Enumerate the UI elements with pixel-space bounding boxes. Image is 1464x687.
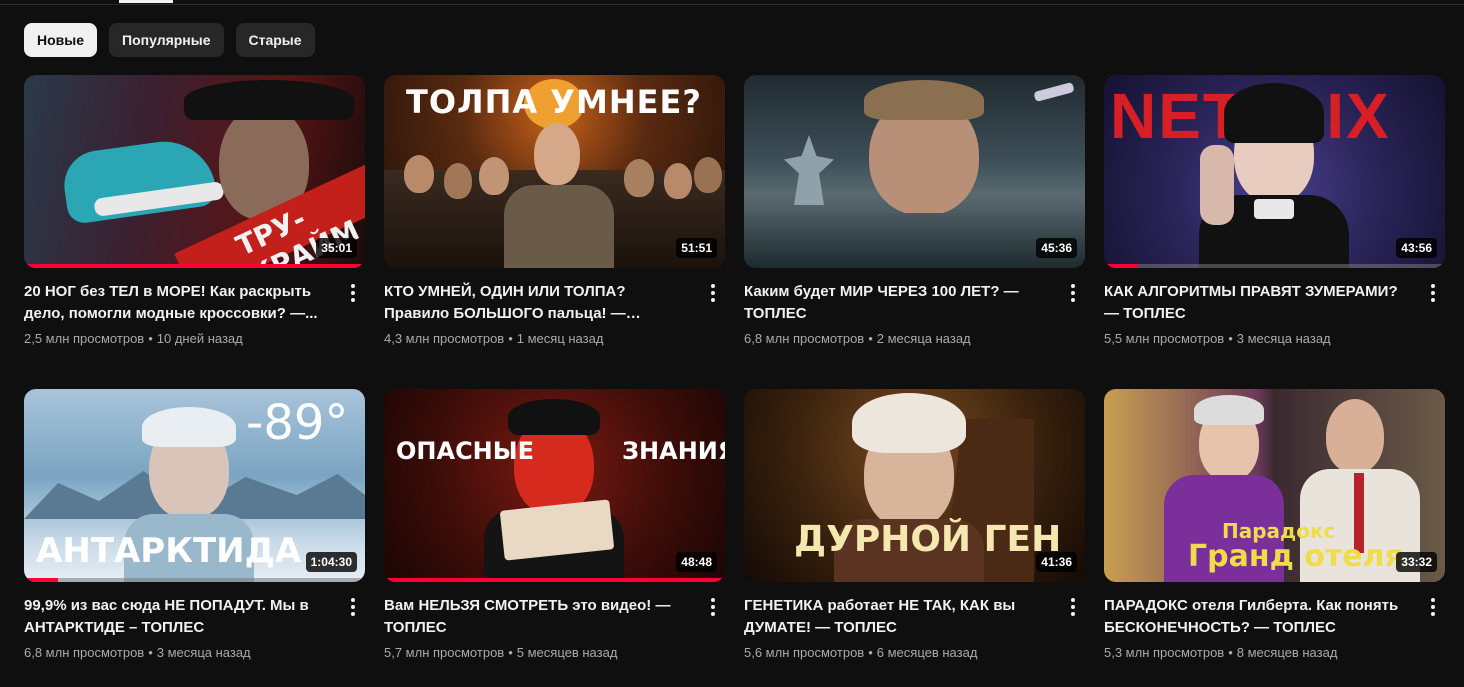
- separator-dot: •: [1228, 331, 1233, 346]
- upload-age: 1 месяц назад: [516, 331, 604, 346]
- video-card: ТРУ-КРАЙМ 35:01 20 НОГ без ТЕЛ в МОРЕ! К…: [24, 75, 365, 346]
- tabs-underline-bar: [0, 0, 1464, 5]
- video-duration: 35:01: [316, 238, 357, 258]
- video-stats: 5,6 млн просмотров • 6 месяцев назад: [744, 645, 1051, 660]
- chip-new[interactable]: Новые: [24, 23, 98, 57]
- watch-progress-bar: [384, 578, 725, 582]
- upload-age: 3 месяца назад: [156, 645, 251, 660]
- view-count: 6,8 млн просмотров: [24, 645, 145, 660]
- view-count: 6,8 млн просмотров: [744, 331, 865, 346]
- separator-dot: •: [868, 331, 873, 346]
- video-thumbnail[interactable]: ДУРНОЙ ГЕН 41:36: [744, 389, 1085, 582]
- more-actions-icon[interactable]: [701, 595, 725, 619]
- video-title[interactable]: Вам НЕЛЬЗЯ СМОТРЕТЬ это видео! — ТОПЛЕС: [384, 595, 691, 639]
- thumbnail-caption: АНТАРКТИДА: [36, 531, 302, 571]
- view-count: 5,3 млн просмотров: [1104, 645, 1225, 660]
- video-title[interactable]: Каким будет МИР ЧЕРЕЗ 100 ЛЕТ? — ТОПЛЕС: [744, 281, 1051, 325]
- view-count: 5,5 млн просмотров: [1104, 331, 1225, 346]
- video-stats: 6,8 млн просмотров • 3 месяца назад: [24, 645, 331, 660]
- video-thumbnail[interactable]: NETFLIX 43:56: [1104, 75, 1445, 268]
- thumbnail-image: ТОЛПА УМНЕЕ?: [384, 75, 725, 268]
- video-card: -89° АНТАРКТИДА 1:04:30 99,9% из вас сюд…: [24, 389, 365, 660]
- more-actions-icon[interactable]: [1061, 595, 1085, 619]
- video-card: Парадокс Гранд отеля 33:32 ПАРАДОКС отел…: [1104, 389, 1445, 660]
- thumbnail-image: [744, 75, 1085, 268]
- upload-age: 3 месяца назад: [1236, 331, 1331, 346]
- thumbnail-caption: ТОЛПА УМНЕЕ?: [406, 83, 702, 121]
- upload-age: 10 дней назад: [156, 331, 243, 346]
- video-duration: 51:51: [676, 238, 717, 258]
- video-title[interactable]: КАК АЛГОРИТМЫ ПРАВЯТ ЗУМЕРАМИ? — ТОПЛЕС: [1104, 281, 1411, 325]
- video-thumbnail[interactable]: Парадокс Гранд отеля 33:32: [1104, 389, 1445, 582]
- upload-age: 8 месяцев назад: [1236, 645, 1338, 660]
- video-stats: 5,5 млн просмотров • 3 месяца назад: [1104, 331, 1411, 346]
- upload-age: 6 месяцев назад: [876, 645, 978, 660]
- view-count: 4,3 млн просмотров: [384, 331, 505, 346]
- more-actions-icon[interactable]: [1061, 281, 1085, 305]
- thumbnail-caption: ДУРНОЙ ГЕН: [794, 519, 1062, 560]
- video-duration: 1:04:30: [305, 552, 357, 572]
- video-stats: 2,5 млн просмотров • 10 дней назад: [24, 331, 331, 346]
- video-card: ДУРНОЙ ГЕН 41:36 ГЕНЕТИКА работает НЕ ТА…: [744, 389, 1085, 660]
- more-actions-icon[interactable]: [1421, 281, 1445, 305]
- active-tab-indicator: [119, 0, 173, 3]
- video-duration: 48:48: [676, 552, 717, 572]
- watch-progress-bar: [24, 578, 59, 582]
- video-card: ТОЛПА УМНЕЕ? 51:51 КТО УМНЕЙ, ОДИН ИЛИ Т…: [384, 75, 725, 346]
- video-duration: 43:56: [1396, 238, 1437, 258]
- video-duration: 33:32: [1396, 552, 1437, 572]
- separator-dot: •: [148, 645, 153, 660]
- separator-dot: •: [148, 331, 153, 346]
- video-stats: 6,8 млн просмотров • 2 месяца назад: [744, 331, 1051, 346]
- view-count: 5,7 млн просмотров: [384, 645, 505, 660]
- upload-age: 5 месяцев назад: [516, 645, 618, 660]
- video-thumbnail[interactable]: ОПАСНЫЕ ЗНАНИЯ 48:48: [384, 389, 725, 582]
- video-stats: 5,7 млн просмотров • 5 месяцев назад: [384, 645, 691, 660]
- more-actions-icon[interactable]: [341, 595, 365, 619]
- more-actions-icon[interactable]: [341, 281, 365, 305]
- video-thumbnail[interactable]: -89° АНТАРКТИДА 1:04:30: [24, 389, 365, 582]
- video-stats: 4,3 млн просмотров • 1 месяц назад: [384, 331, 691, 346]
- thumbnail-image: ТРУ-КРАЙМ: [24, 75, 365, 268]
- thumbnail-caption-second: ЗНАНИЯ: [622, 437, 725, 465]
- video-thumbnail[interactable]: 45:36: [744, 75, 1085, 268]
- video-card: 45:36 Каким будет МИР ЧЕРЕЗ 100 ЛЕТ? — Т…: [744, 75, 1085, 346]
- video-stats: 5,3 млн просмотров • 8 месяцев назад: [1104, 645, 1411, 660]
- video-duration: 45:36: [1036, 238, 1077, 258]
- progress-track: [24, 578, 365, 582]
- thumbnail-image: NETFLIX: [1104, 75, 1445, 268]
- video-grid: ТРУ-КРАЙМ 35:01 20 НОГ без ТЕЛ в МОРЕ! К…: [24, 75, 1445, 660]
- video-thumbnail[interactable]: ТОЛПА УМНЕЕ? 51:51: [384, 75, 725, 268]
- watch-progress-bar: [24, 264, 365, 268]
- upload-age: 2 месяца назад: [876, 331, 971, 346]
- separator-dot: •: [508, 331, 513, 346]
- chip-old[interactable]: Старые: [235, 23, 315, 57]
- separator-dot: •: [1228, 645, 1233, 660]
- view-count: 2,5 млн просмотров: [24, 331, 145, 346]
- video-thumbnail[interactable]: ТРУ-КРАЙМ 35:01: [24, 75, 365, 268]
- video-card: ОПАСНЫЕ ЗНАНИЯ 48:48 Вам НЕЛЬЗЯ СМОТРЕТЬ…: [384, 389, 725, 660]
- view-count: 5,6 млн просмотров: [744, 645, 865, 660]
- thumbnail-image: ДУРНОЙ ГЕН: [744, 389, 1085, 582]
- thumbnail-caption-temperature: -89°: [246, 395, 349, 451]
- video-duration: 41:36: [1036, 552, 1077, 572]
- video-title[interactable]: ГЕНЕТИКА работает НЕ ТАК, КАК вы ДУМАТЕ!…: [744, 595, 1051, 639]
- separator-dot: •: [508, 645, 513, 660]
- more-actions-icon[interactable]: [701, 281, 725, 305]
- video-title[interactable]: 99,9% из вас сюда НЕ ПОПАДУТ. Мы в АНТАР…: [24, 595, 331, 639]
- watch-progress-bar: [1104, 264, 1139, 268]
- thumbnail-image: Парадокс Гранд отеля: [1104, 389, 1445, 582]
- video-card: NETFLIX 43:56 КАК АЛГОРИТМЫ ПРАВЯТ ЗУМЕР…: [1104, 75, 1445, 346]
- chip-popular[interactable]: Популярные: [109, 23, 224, 57]
- video-title[interactable]: ПАРАДОКС отеля Гилберта. Как понять БЕСК…: [1104, 595, 1411, 639]
- thumbnail-caption-second: Гранд отеля: [1188, 539, 1404, 574]
- sort-chips: Новые Популярные Старые: [24, 23, 315, 57]
- video-title[interactable]: КТО УМНЕЙ, ОДИН ИЛИ ТОЛПА? Правило БОЛЬШ…: [384, 281, 691, 325]
- separator-dot: •: [868, 645, 873, 660]
- video-title[interactable]: 20 НОГ без ТЕЛ в МОРЕ! Как раскрыть дело…: [24, 281, 331, 325]
- more-actions-icon[interactable]: [1421, 595, 1445, 619]
- thumbnail-caption: ОПАСНЫЕ: [396, 437, 535, 465]
- progress-track: [1104, 264, 1445, 268]
- thumbnail-image: ОПАСНЫЕ ЗНАНИЯ: [384, 389, 725, 582]
